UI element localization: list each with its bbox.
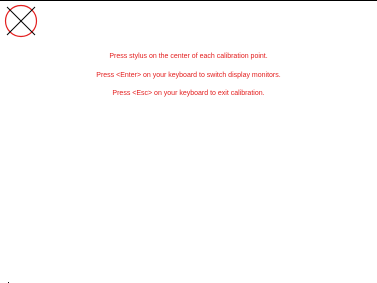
- calibration-instructions: Press stylus on the center of each calib…: [0, 52, 377, 108]
- instruction-enter: Press <Enter> on your keyboard to switch…: [96, 71, 281, 79]
- calibration-target-graphic: [4, 4, 38, 38]
- instruction-esc: Press <Esc> on your keyboard to exit cal…: [112, 90, 265, 97]
- instruction-stylus: Press stylus on the center of each calib…: [109, 53, 268, 60]
- calibration-target-icon[interactable]: [4, 4, 38, 38]
- top-border-line: [0, 0, 377, 1]
